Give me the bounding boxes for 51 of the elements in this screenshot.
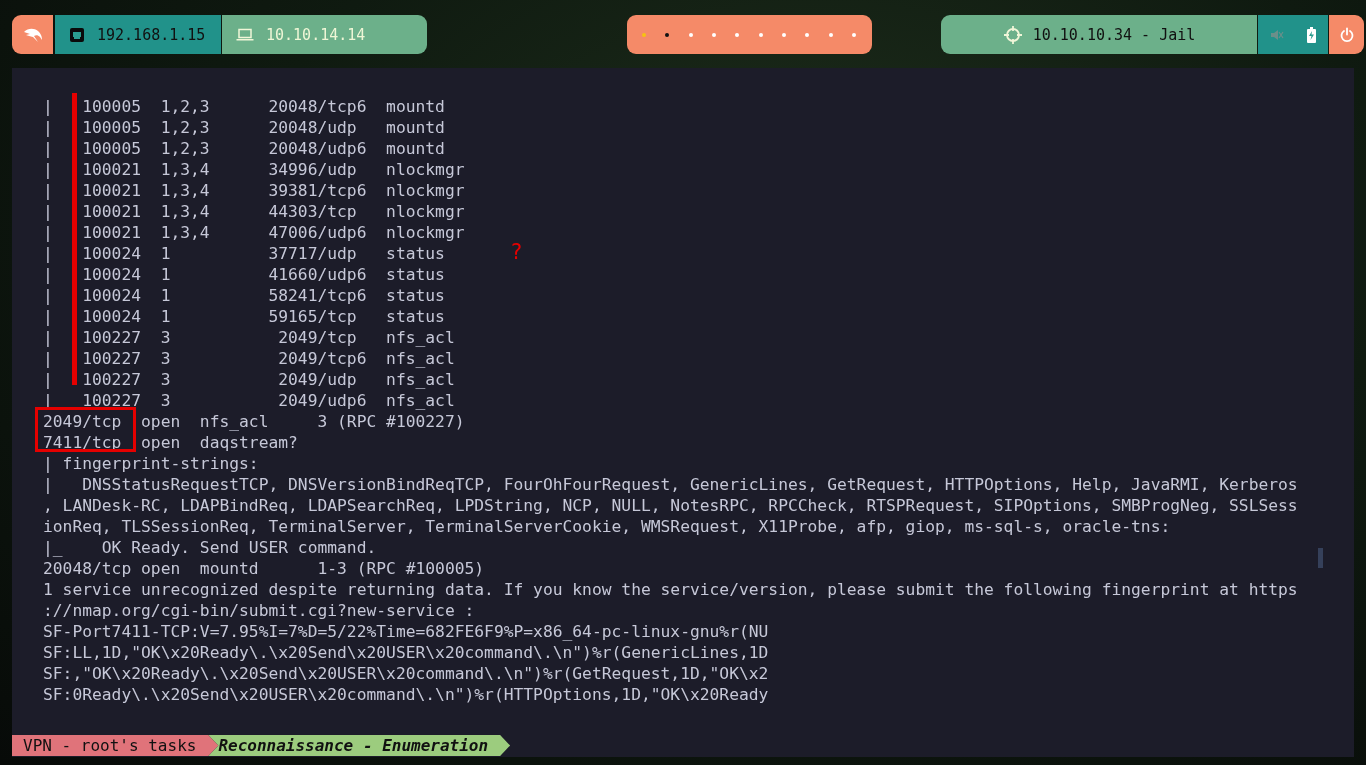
- terminal-line: | 100227 3 2049/tcp nfs_acl: [43, 327, 455, 348]
- crosshair-icon: [1002, 24, 1023, 45]
- workspace-dot[interactable]: [688, 32, 693, 37]
- terminal-line: | 100021 1,3,4 34996/udp nlockmgr: [43, 159, 465, 180]
- workspace-dot[interactable]: [828, 32, 833, 37]
- terminal-line: SF:,"OK\x20Ready\.\x20Send\x20USER\x20command\.\n")%r(GetRequest,1D,"OK\x2: [43, 663, 769, 684]
- terminal-line: SF:LL,1D,"OK\x20Ready\.\x20Send\x20USER\x20command\.\n")%r(GenericLines,1D: [43, 642, 769, 663]
- terminal-line: | 100005 1,2,3 20048/udp mountd: [43, 117, 445, 138]
- vpn-ip-text: 10.10.14.14: [266, 25, 366, 44]
- terminal-line: | 100021 1,3,4 39381/tcp6 nlockmgr: [43, 180, 465, 201]
- target-text: 10.10.10.34 - Jail: [1032, 25, 1196, 44]
- workspace-dot[interactable]: [781, 32, 786, 37]
- annotation-mark: ?: [510, 240, 523, 264]
- terminal-line: 20048/tcp open mountd 1-3 (RPC #100005): [43, 558, 485, 579]
- ethernet-icon: [69, 26, 85, 43]
- terminal-line: | DNSStatusRequestTCP, DNSVersionBindReqTCP, FourOhFourRequest, GenericLines, GetRequest, HTTPOptions, Help, JavaRMI, Kerberos: [43, 474, 1298, 495]
- terminal-line: SF-Port7411-TCP:V=7.95%I=7%D=5/22%Time=682FE6F9%P=x86_64-pc-linux-gnu%r(NU: [43, 621, 769, 642]
- power-icon: [1338, 26, 1355, 43]
- terminal-line: 7411/tcp open daqstream?: [43, 432, 298, 453]
- terminal-line: | 100227 3 2049/tcp6 nfs_acl: [43, 348, 455, 369]
- terminal-line: | fingerprint-strings:: [43, 453, 259, 474]
- workspace-dot[interactable]: [712, 32, 717, 37]
- terminal-line: | 100024 1 37717/udp status: [43, 243, 445, 264]
- workspace-dot[interactable]: [758, 32, 763, 37]
- terminal-line: 2049/tcp open nfs_acl 3 (RPC #100227): [43, 411, 465, 432]
- workspace-dot[interactable]: [805, 32, 810, 37]
- terminal-line: | 100005 1,2,3 20048/tcp6 mountd: [43, 96, 445, 117]
- terminal-line: | 100024 1 41660/udp6 status: [43, 264, 445, 285]
- terminal-line: | 100024 1 59165/tcp status: [43, 306, 445, 327]
- window-tab[interactable]: Reconnaissance - Enumeration: [208, 735, 511, 756]
- laptop-icon: [236, 27, 254, 42]
- terminal-line: | 100227 3 2049/udp nfs_acl: [43, 369, 455, 390]
- terminal-line: |_ OK Ready. Send USER command.: [43, 537, 377, 558]
- workspace-dot[interactable]: [851, 32, 856, 37]
- local-ip-text: 192.168.1.15: [97, 25, 206, 44]
- workspace-dot[interactable]: [642, 32, 647, 37]
- terminal-line: , LANDesk-RC, LDAPBindReq, LDAPSearchReq, LPDString, NCP, NULL, NotesRPC, RPCCheck, RTSPRequest, SIPOptions, SMBProgNeg, SSLSess: [43, 495, 1298, 516]
- terminal-line: ://nmap.org/cgi-bin/submit.cgi?new-service :: [43, 600, 475, 621]
- terminal-line: ionReq, TLSSessionReq, TerminalServer, TerminalServerCookie, WMSRequest, X11Probe, afp, giop, ms-sql-s, oracle-tns:: [43, 516, 1171, 537]
- terminal-line: | 100005 1,2,3 20048/udp6 mountd: [43, 138, 445, 159]
- workspace-dot[interactable]: [735, 32, 740, 37]
- terminal-line: | 100024 1 58241/tcp6 status: [43, 285, 445, 306]
- terminal-line: 1 service unrecognized despite returning data. If you know the service/version, please submit the following fingerprint at https: [43, 579, 1298, 600]
- scrollbar-thumb: [1318, 548, 1323, 568]
- power-button[interactable]: [1329, 15, 1364, 54]
- terminal-line: SF:0Ready\.\x20Send\x20USER\x20command\.\n")%r(HTTPOptions,1D,"OK\x20Ready: [43, 684, 769, 705]
- battery-charging-icon[interactable]: [1307, 26, 1317, 43]
- workspace-dot[interactable]: [665, 32, 670, 37]
- terminal-line: | 100021 1,3,4 44303/tcp nlockmgr: [43, 201, 465, 222]
- menu-logo-button[interactable]: [12, 15, 53, 54]
- terminal-line: | 100021 1,3,4 47006/udp6 nlockmgr: [43, 222, 465, 243]
